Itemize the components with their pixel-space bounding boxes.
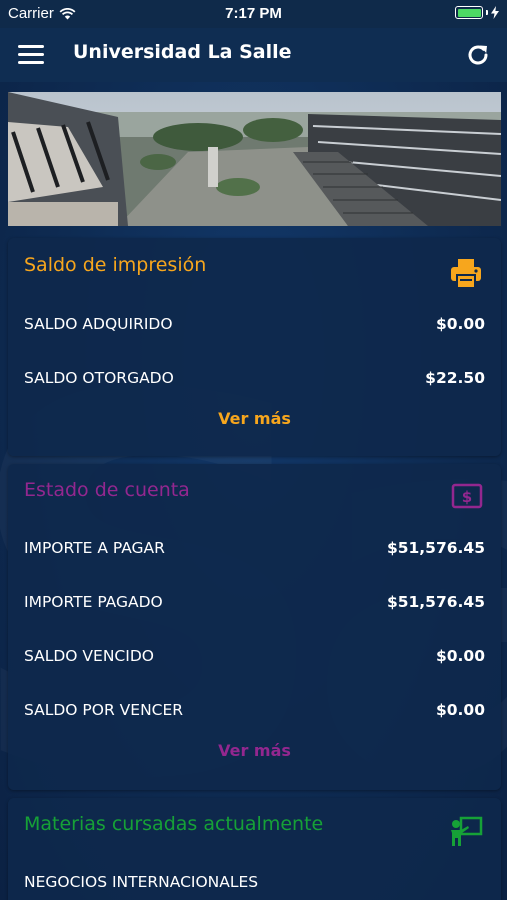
- row-label: SALDO OTORGADO: [24, 369, 174, 387]
- subject-name: NEGOCIOS INTERNACIONALES: [24, 873, 259, 891]
- account-statement-row: IMPORTE PAGADO $51,576.45: [24, 590, 485, 614]
- row-value: $0.00: [435, 647, 485, 665]
- status-bar: Carrier 7:17 PM: [0, 0, 507, 28]
- row-label: SALDO VENCIDO: [24, 647, 154, 665]
- print-balance-row: SALDO ADQUIRIDO $0.00: [24, 312, 485, 336]
- charging-icon: [491, 6, 499, 19]
- campus-banner-image: [8, 92, 501, 226]
- teacher-board-icon: [449, 816, 483, 848]
- status-time: 7:17 PM: [225, 5, 282, 22]
- row-value: $22.50: [425, 369, 485, 387]
- row-value: $0.00: [435, 701, 485, 719]
- subject-list-item[interactable]: NEGOCIOS INTERNACIONALES: [24, 870, 485, 894]
- battery-icon: [455, 6, 483, 19]
- svg-text:$: $: [462, 488, 472, 506]
- dollar-icon: $: [451, 482, 483, 510]
- print-balance-row: SALDO OTORGADO $22.50: [24, 366, 485, 390]
- account-statement-row: SALDO POR VENCER $0.00: [24, 698, 485, 722]
- battery-indicator: [455, 6, 499, 19]
- page-title: Universidad La Salle: [73, 41, 292, 63]
- row-label: IMPORTE A PAGAR: [24, 539, 165, 557]
- account-statement-row: IMPORTE A PAGAR $51,576.45: [24, 536, 485, 560]
- row-label: SALDO ADQUIRIDO: [24, 315, 173, 333]
- row-value: $0.00: [435, 315, 485, 333]
- hamburger-icon: [18, 45, 44, 64]
- navigation-bar: Universidad La Salle: [0, 28, 507, 82]
- row-value: $51,576.45: [386, 593, 485, 611]
- refresh-icon: [468, 45, 488, 65]
- current-subjects-card: Materias cursadas actualmente NEGOCIOS I…: [8, 798, 501, 900]
- print-balance-title: Saldo de impresión: [24, 254, 207, 276]
- row-label: SALDO POR VENCER: [24, 701, 184, 719]
- print-balance-card: Saldo de impresión SALDO ADQUIRIDO $0.00…: [8, 238, 501, 456]
- refresh-button[interactable]: [465, 42, 491, 68]
- current-subjects-title: Materias cursadas actualmente: [24, 813, 324, 835]
- account-statement-card: Estado de cuenta $ IMPORTE A PAGAR $51,5…: [8, 464, 501, 790]
- row-label: IMPORTE PAGADO: [24, 593, 163, 611]
- print-balance-see-more-link[interactable]: Ver más: [8, 409, 501, 428]
- printer-icon: [449, 256, 483, 290]
- row-value: $51,576.45: [386, 539, 485, 557]
- account-statement-title: Estado de cuenta: [24, 479, 190, 501]
- account-statement-see-more-link[interactable]: Ver más: [8, 741, 501, 760]
- menu-button[interactable]: [18, 45, 44, 65]
- account-statement-row: SALDO VENCIDO $0.00: [24, 644, 485, 668]
